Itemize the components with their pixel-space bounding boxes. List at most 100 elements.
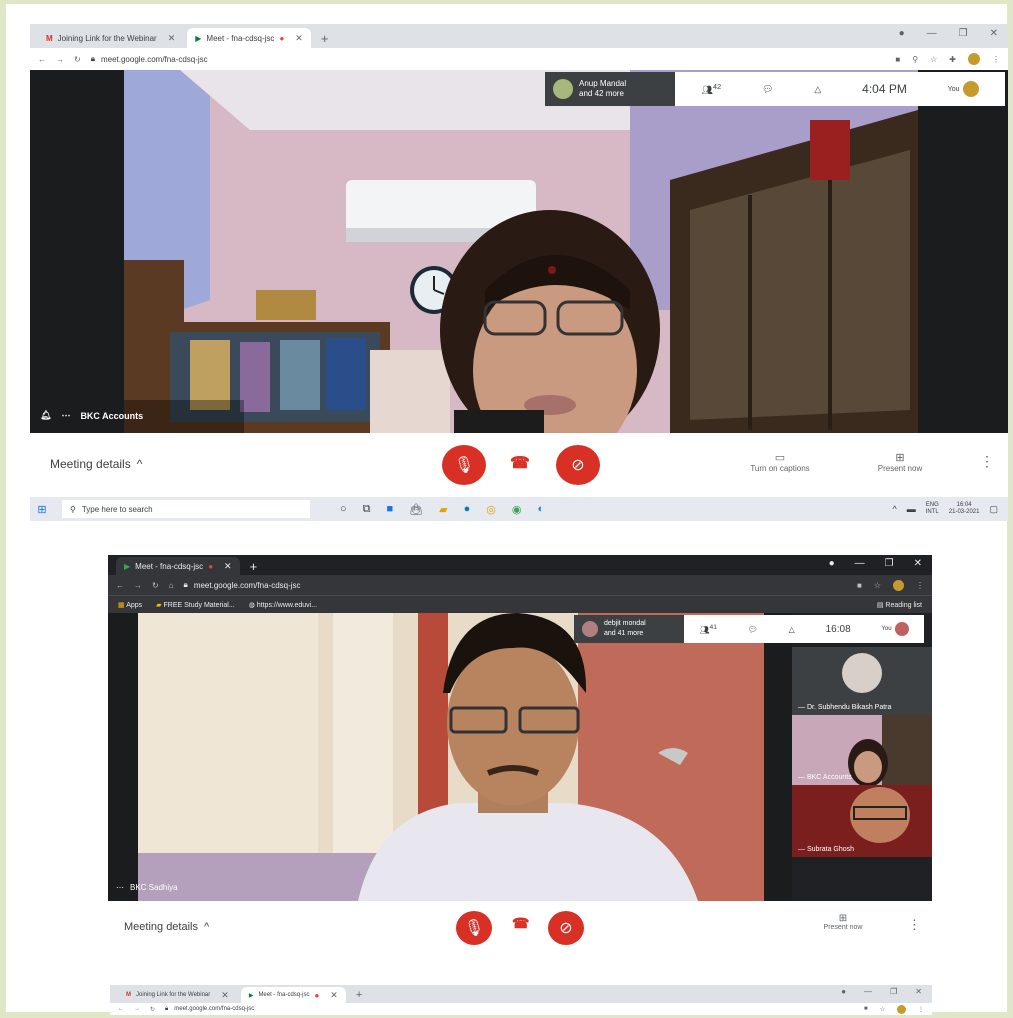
profile-icon[interactable]: ● bbox=[899, 28, 905, 39]
more-options-button[interactable]: ⋮ bbox=[980, 453, 994, 470]
avatar[interactable] bbox=[968, 53, 980, 65]
participant-tile[interactable]: — Subrata Ghosh bbox=[792, 785, 932, 857]
tab-webinar[interactable]: M Joining Link for the Webinar ✕ bbox=[38, 28, 183, 48]
maximize-icon[interactable]: ❐ bbox=[959, 28, 968, 39]
maximize-icon[interactable]: ❐ bbox=[885, 558, 894, 569]
reading-list-button[interactable]: ▤ Reading list bbox=[877, 601, 922, 609]
close-window-icon[interactable]: ✕ bbox=[915, 987, 922, 996]
close-window-icon[interactable]: ✕ bbox=[990, 28, 998, 39]
present-now-button[interactable]: ⊞ Present now bbox=[808, 913, 878, 931]
mic-level-icon: ⋯ bbox=[116, 883, 124, 892]
reload-icon[interactable]: ↻ bbox=[74, 55, 81, 64]
participants-chip[interactable]: Anup Mandal and 42 more bbox=[545, 72, 675, 106]
menu-icon[interactable]: ⋮ bbox=[916, 581, 924, 590]
mic-off-button[interactable]: 🎙︎ bbox=[442, 445, 486, 485]
chrome-icon[interactable]: ◎ bbox=[486, 503, 496, 516]
edge-new-icon[interactable]: ◐ bbox=[537, 503, 544, 516]
folder-icon[interactable]: ▰ bbox=[439, 503, 447, 516]
back-icon[interactable]: ← bbox=[118, 1006, 124, 1012]
close-window-icon[interactable]: ✕ bbox=[914, 558, 922, 569]
camera-icon[interactable]: ■ bbox=[864, 1006, 868, 1012]
star-icon[interactable]: ☆ bbox=[874, 581, 881, 590]
self-view[interactable]: You bbox=[881, 622, 909, 636]
minimize-icon[interactable]: — bbox=[855, 558, 865, 569]
reload-icon[interactable]: ↻ bbox=[152, 581, 159, 590]
windows-taskbar: ⊞ ⚲ Type here to search ○ ⧉ ■ 👜︎ ▰ ● ◎ ◉… bbox=[30, 497, 1008, 521]
notifications-icon[interactable]: ▢ bbox=[989, 504, 998, 515]
edge-icon[interactable]: ● bbox=[464, 503, 471, 516]
address-bar[interactable]: 🔒︎ meet.google.com/fna-cdsq-jsc bbox=[184, 580, 847, 590]
menu-icon[interactable]: ⋮ bbox=[992, 55, 1000, 64]
reload-icon[interactable]: ↻ bbox=[150, 1006, 155, 1013]
address-bar[interactable]: 🔒︎ meet.google.com/fna-cdsq-jsc bbox=[91, 54, 886, 64]
clock[interactable]: 16:04 21-03-2021 bbox=[949, 502, 980, 516]
new-tab-button[interactable]: + bbox=[315, 28, 335, 48]
forward-icon[interactable]: → bbox=[134, 1006, 140, 1012]
camera-icon[interactable]: ■ bbox=[857, 581, 862, 590]
camera-off-button[interactable]: ⊘ bbox=[556, 445, 600, 485]
captions-button[interactable]: ▭ Turn on captions bbox=[730, 451, 830, 473]
tab-meet[interactable]: ▶ Meet - fna-cdsq-jsc ● ✕ bbox=[187, 28, 311, 48]
close-icon[interactable]: ✕ bbox=[221, 990, 229, 1001]
close-icon[interactable]: ✕ bbox=[295, 33, 303, 44]
forward-icon[interactable]: → bbox=[134, 581, 142, 590]
meeting-details-button[interactable]: Meeting details ^ bbox=[124, 921, 209, 933]
tab-webinar[interactable]: M Joining Link for the Webinar ✕ bbox=[118, 987, 237, 1003]
profile-icon[interactable]: ● bbox=[829, 558, 835, 569]
self-view[interactable]: You bbox=[948, 81, 979, 97]
tab-meet[interactable]: ▶ Meet - fna-cdsq-jsc ● ✕ bbox=[240, 987, 346, 1003]
present-now-button[interactable]: ⊞ Present now bbox=[860, 451, 940, 473]
avatar[interactable] bbox=[893, 579, 904, 591]
address-bar[interactable]: 🔒︎ meet.google.com/fna-cdsq-jsc bbox=[165, 1006, 854, 1013]
new-tab-button[interactable]: + bbox=[350, 987, 368, 1003]
forward-icon[interactable]: → bbox=[56, 55, 64, 64]
zoom-icon[interactable]: ⚲ bbox=[912, 55, 918, 64]
maximize-icon[interactable]: ❐ bbox=[890, 987, 897, 996]
participants-chip[interactable]: debjit mondal and 41 more bbox=[574, 615, 684, 643]
activities-icon[interactable]: △ bbox=[789, 625, 795, 634]
activities-icon[interactable]: △ bbox=[814, 84, 821, 95]
close-icon[interactable]: ✕ bbox=[224, 561, 232, 572]
chat-icon[interactable]: 💬︎ bbox=[762, 84, 773, 95]
people-button[interactable]: 👥︎42 bbox=[701, 82, 721, 96]
cortana-icon[interactable]: ○ bbox=[340, 503, 347, 516]
shopping-bag-icon[interactable]: 👜︎ bbox=[409, 503, 423, 516]
mic-off-button[interactable]: 🎙︎ bbox=[456, 911, 492, 945]
more-options-button[interactable]: ⋮ bbox=[908, 917, 921, 933]
store-icon[interactable]: ■ bbox=[387, 503, 394, 516]
minimize-icon[interactable]: — bbox=[864, 987, 872, 996]
close-icon[interactable]: ✕ bbox=[330, 990, 338, 1001]
tray-chevron-icon[interactable]: ^ bbox=[893, 504, 897, 514]
leave-call-button[interactable]: ☎︎ bbox=[510, 453, 530, 473]
camera-icon[interactable]: ■ bbox=[895, 55, 900, 64]
back-icon[interactable]: ← bbox=[116, 581, 124, 590]
avatar[interactable] bbox=[897, 1004, 906, 1014]
pin-icon[interactable]: 🔔︎ bbox=[40, 410, 51, 421]
taskbar-search-field[interactable]: ⚲ Type here to search bbox=[62, 500, 310, 518]
participant-tile[interactable]: — BKC Accounts bbox=[792, 715, 932, 787]
new-tab-button[interactable]: + bbox=[244, 557, 264, 575]
home-icon[interactable]: ⌂ bbox=[169, 581, 174, 590]
back-icon[interactable]: ← bbox=[38, 55, 46, 64]
close-icon[interactable]: ✕ bbox=[168, 33, 176, 44]
network-icon[interactable]: ▬ bbox=[907, 504, 916, 514]
camera-off-button[interactable]: ⊘ bbox=[548, 911, 584, 945]
tab-meet[interactable]: ▶ Meet - fna-cdsq-jsc ● ✕ bbox=[116, 557, 240, 575]
chrome-active-icon[interactable]: ◉ bbox=[512, 503, 522, 516]
star-icon[interactable]: ☆ bbox=[880, 1006, 885, 1013]
profile-icon[interactable]: ● bbox=[841, 987, 846, 996]
task-view-icon[interactable]: ⧉ bbox=[363, 503, 371, 516]
meeting-details-button[interactable]: Meeting details ^ bbox=[50, 457, 142, 471]
star-icon[interactable]: ☆ bbox=[930, 55, 937, 64]
bookmark-eduvi[interactable]: ◍ https://www.eduvi... bbox=[249, 601, 317, 609]
puzzle-icon[interactable]: ✚ bbox=[949, 55, 956, 64]
participant-tile[interactable]: — Dr. Subhendu Bikash Patra bbox=[792, 647, 932, 715]
bookmark-study[interactable]: ▰ FREE Study Material... bbox=[156, 601, 235, 609]
leave-call-button[interactable]: ☎︎ bbox=[512, 915, 529, 932]
windows-start-icon[interactable]: ⊞ bbox=[30, 503, 54, 516]
people-button[interactable]: 👥︎41 bbox=[699, 624, 717, 635]
menu-icon[interactable]: ⋮ bbox=[918, 1006, 924, 1013]
minimize-icon[interactable]: — bbox=[927, 28, 937, 39]
chat-icon[interactable]: 💬︎ bbox=[748, 625, 758, 634]
bookmark-apps[interactable]: ▦ Apps bbox=[118, 601, 142, 609]
